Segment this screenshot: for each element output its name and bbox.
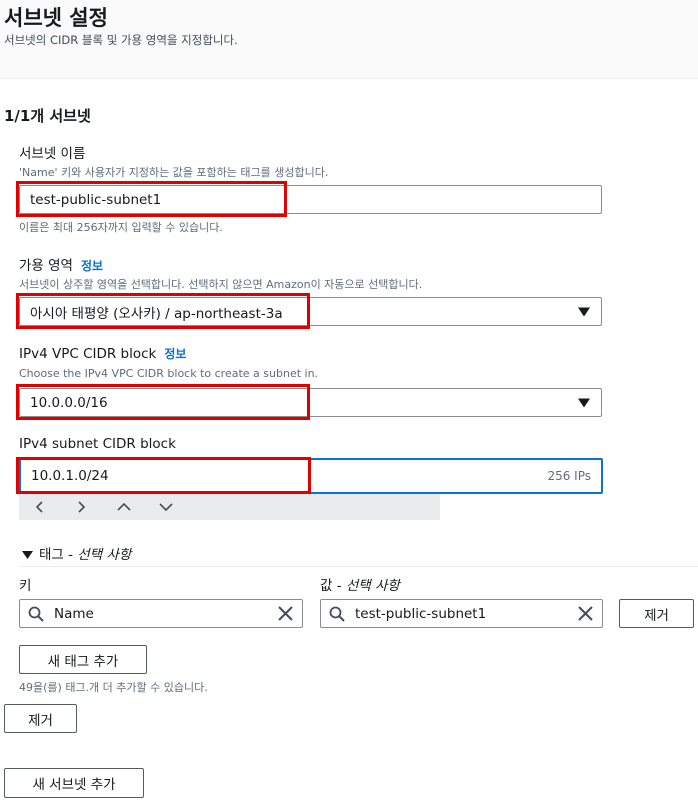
tag-value-value: test-public-subnet1 [355,605,487,622]
search-icon [329,606,345,622]
subnet-name-hint: 'Name' 키와 사용자가 지정하는 값을 포함하는 태그를 생성합니다. [19,166,329,179]
tag-value-label-prefix: 값 - [320,578,346,594]
az-selected-value: 아시아 태평양 (오사카) / ap-northeast-3a [30,305,283,322]
add-tag-button[interactable]: 새 태그 추가 [19,645,147,674]
clear-icon[interactable] [577,605,594,622]
subnet-name-label: 서브넷 이름 [19,146,86,162]
tags-heading-prefix: 태그 - [39,547,78,563]
vpc-cidr-label: IPv4 VPC CIDR block [19,346,157,362]
tag-limit-text: 49을(를) 태그.개 더 추가할 수 있습니다. [19,681,208,694]
cidr-stepper [19,494,440,520]
chevron-up-icon[interactable] [117,502,131,512]
subnet-name-input[interactable]: test-public-subnet1 [19,185,602,214]
az-hint: 서브넷이 상주할 영역을 선택합니다. 선택하지 않으면 Amazon이 자동으… [19,278,423,291]
subnet-count-heading: 1/1개 서브넷 [4,107,91,125]
vpc-cidr-label-row: IPv4 VPC CIDR block 정보 [19,345,186,362]
add-subnet-button[interactable]: 새 서브넷 추가 [4,768,144,798]
tags-heading-optional: 선택 사항 [77,547,132,563]
clear-icon[interactable] [277,605,294,622]
remove-tag-label: 제거 [644,607,669,624]
chevron-down-icon[interactable] [159,502,173,512]
subnet-cidr-value: 10.0.1.0/24 [31,468,109,484]
page-description: 서브넷의 CIDR 블록 및 가용 영역을 지정합니다. [4,33,238,47]
vpc-cidr-hint: Choose the IPv4 VPC CIDR block to create… [19,367,319,380]
subnet-cidr-label: IPv4 subnet CIDR block [19,436,176,452]
subnet-cidr-input[interactable]: 10.0.1.0/24 256 IPs [19,458,603,494]
caret-down-icon [22,550,33,559]
ip-count: 256 IPs [547,469,591,483]
tag-key-input[interactable]: Name [19,599,303,628]
remove-tag-button[interactable]: 제거 [619,599,694,628]
tag-value-label: 값 - 선택 사항 [320,574,400,594]
tag-key-label: 키 [19,578,32,594]
add-subnet-label: 새 서브넷 추가 [32,777,116,793]
az-label: 가용 영역 [19,258,73,274]
dropdown-caret-icon [578,307,590,316]
az-label-row: 가용 영역 정보 [19,254,103,274]
search-icon [28,606,44,622]
dropdown-caret-icon [578,398,590,407]
page-title: 서브넷 설정 [4,6,108,30]
subnet-name-constraint: 이름은 최대 256자까지 입력할 수 있습니다. [19,221,223,234]
az-info-link[interactable]: 정보 [81,259,103,273]
az-select[interactable]: 아시아 태평양 (오사카) / ap-northeast-3a [19,297,602,326]
divider [19,566,698,567]
vpc-cidr-select[interactable]: 10.0.0.0/16 [19,388,602,417]
tag-key-value: Name [54,605,94,622]
tag-value-input[interactable]: test-public-subnet1 [320,599,603,628]
chevron-right-icon[interactable] [76,501,86,513]
remove-subnet-button[interactable]: 제거 [4,704,77,733]
remove-subnet-label: 제거 [28,712,53,729]
tags-toggle[interactable]: 태그 - 선택 사항 [22,543,131,563]
vpc-cidr-selected-value: 10.0.0.0/16 [30,394,108,411]
tag-value-label-optional: 선택 사항 [345,578,400,594]
chevron-left-icon[interactable] [35,501,45,513]
vpc-cidr-info-link[interactable]: 정보 [164,347,186,361]
subnet-name-value: test-public-subnet1 [30,191,162,208]
add-tag-label: 새 태그 추가 [47,653,119,670]
